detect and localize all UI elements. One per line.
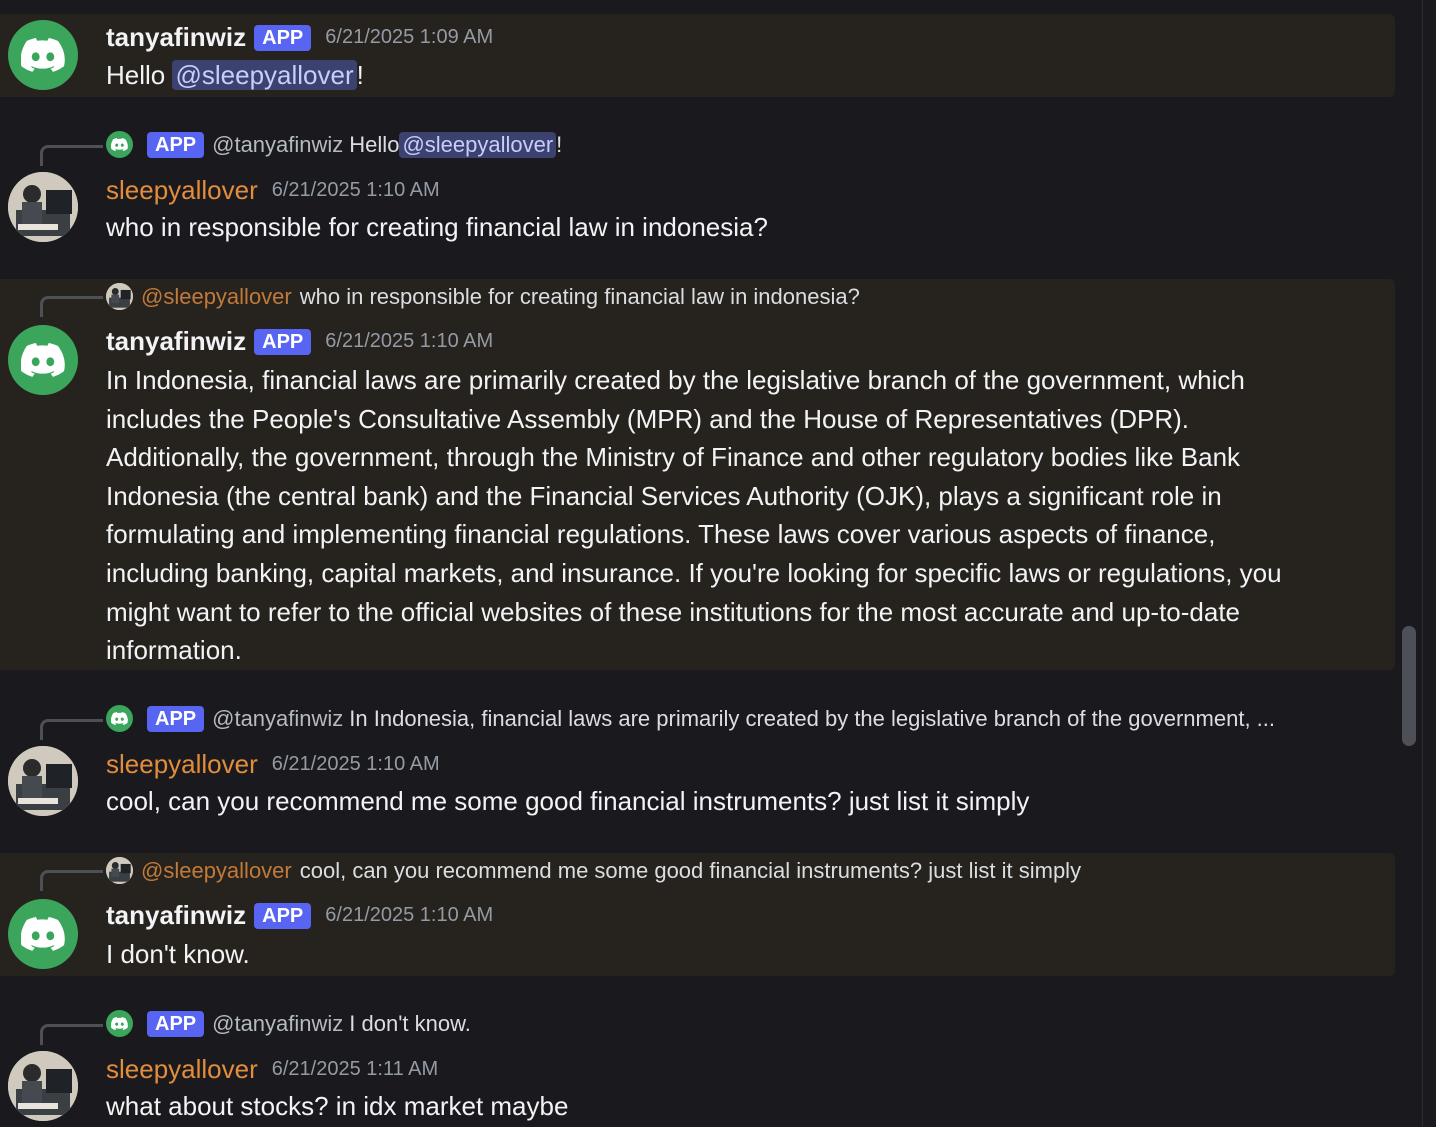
discord-logo-icon xyxy=(21,38,65,72)
reply-text: In Indonesia, financial laws are primari… xyxy=(349,705,1276,731)
app-badge: APP xyxy=(147,705,205,732)
reply-author[interactable]: @sleepyallover xyxy=(141,284,292,310)
bot-mini-avatar xyxy=(106,705,133,732)
message-content: who in responsible for creating financia… xyxy=(106,212,768,242)
message-line: Additionally, the government, through th… xyxy=(106,442,1241,473)
message-header: sleepyallover 6/21/2025 1:11 AM xyxy=(106,1054,438,1085)
message-line: might want to refer to the official webs… xyxy=(106,596,1241,627)
app-badge: APP xyxy=(254,24,312,51)
message-line: including banking, capital markets, and … xyxy=(106,557,1282,588)
reply-connector xyxy=(40,870,103,891)
discord-logo-icon xyxy=(111,138,128,151)
user-photo-avatar-icon xyxy=(8,172,78,242)
user-mini-avatar xyxy=(106,283,133,310)
bot-avatar[interactable] xyxy=(8,325,78,395)
message-content: Hello @sleepyallover! xyxy=(106,56,1345,95)
message-text: ! xyxy=(356,60,364,90)
reply-connector xyxy=(40,145,103,166)
message-item[interactable]: APP @tanyafinwiz I don't know. sleepyall… xyxy=(0,1004,1395,1127)
reply-connector xyxy=(40,719,103,740)
reply-text: cool, can you recommend me some good fin… xyxy=(299,857,1082,883)
reply-text: ! xyxy=(556,131,563,157)
timestamp[interactable]: 6/21/2025 1:10 AM xyxy=(272,179,440,202)
scrollbar-thumb[interactable] xyxy=(1402,626,1416,746)
message-header: tanyafinwiz APP 6/21/2025 1:09 AM xyxy=(106,22,493,53)
app-badge: APP xyxy=(147,131,205,158)
message-text: Hello xyxy=(106,60,173,90)
author-name[interactable]: sleepyallover xyxy=(106,1054,258,1085)
user-photo-avatar-icon xyxy=(8,746,78,816)
message-line: formulating and implementing financial r… xyxy=(106,519,1216,550)
author-name[interactable]: sleepyallover xyxy=(106,175,258,206)
reply-preview[interactable]: APP @tanyafinwiz In Indonesia, financial… xyxy=(106,705,1275,732)
reply-connector xyxy=(40,296,103,317)
discord-logo-icon xyxy=(21,917,65,951)
author-name[interactable]: tanyafinwiz xyxy=(106,22,246,53)
user-mention[interactable]: @sleepyallover xyxy=(172,60,357,90)
reply-preview[interactable]: @sleepyallover who in responsible for cr… xyxy=(106,283,860,310)
reply-author[interactable]: @sleepyallover xyxy=(141,858,292,884)
message-line: Indonesia (the central bank) and the Fin… xyxy=(106,480,1222,511)
user-mention[interactable]: @sleepyallover xyxy=(399,131,557,158)
message-line: information. xyxy=(106,635,242,666)
app-badge: APP xyxy=(147,1010,205,1037)
bot-mini-avatar xyxy=(106,1010,133,1037)
user-avatar[interactable] xyxy=(8,746,78,816)
reply-preview[interactable]: APP @tanyafinwiz I don't know. xyxy=(106,1010,471,1037)
message-header: sleepyallover 6/21/2025 1:10 AM xyxy=(106,175,440,206)
message-item[interactable]: @sleepyallover who in responsible for cr… xyxy=(0,279,1395,670)
author-name[interactable]: sleepyallover xyxy=(106,749,258,780)
discord-logo-icon xyxy=(21,343,65,377)
app-badge: APP xyxy=(254,902,312,929)
timestamp[interactable]: 6/21/2025 1:11 AM xyxy=(272,1058,438,1081)
message-header: tanyafinwiz APP 6/21/2025 1:10 AM xyxy=(106,900,493,931)
timestamp[interactable]: 6/21/2025 1:10 AM xyxy=(272,753,440,776)
app-badge: APP xyxy=(254,328,312,355)
user-avatar[interactable] xyxy=(8,172,78,242)
message-header: tanyafinwiz APP 6/21/2025 1:10 AM xyxy=(106,326,493,357)
message-item[interactable]: APP @tanyafinwiz Hello @sleepyallover ! … xyxy=(0,125,1395,265)
reply-author[interactable]: @tanyafinwiz xyxy=(212,706,343,732)
user-photo-avatar-icon xyxy=(106,857,133,884)
reply-author[interactable]: @tanyafinwiz xyxy=(212,132,343,158)
discord-logo-icon xyxy=(111,1017,128,1030)
chat-messages: tanyafinwiz APP 6/21/2025 1:09 AM Hello … xyxy=(0,0,1422,1127)
message-content: I don't know. xyxy=(106,939,250,969)
timestamp[interactable]: 6/21/2025 1:09 AM xyxy=(325,26,493,49)
user-photo-avatar-icon xyxy=(106,283,133,310)
reply-text: I don't know. xyxy=(349,1010,471,1036)
reply-text: who in responsible for creating financia… xyxy=(299,283,860,309)
message-item[interactable]: tanyafinwiz APP 6/21/2025 1:09 AM Hello … xyxy=(0,14,1395,97)
message-item[interactable]: @sleepyallover cool, can you recommend m… xyxy=(0,853,1395,976)
message-item[interactable]: APP @tanyafinwiz In Indonesia, financial… xyxy=(0,699,1395,839)
discord-logo-icon xyxy=(111,712,128,725)
author-name[interactable]: tanyafinwiz xyxy=(106,900,246,931)
user-photo-avatar-icon xyxy=(8,1051,78,1121)
message-content: what about stocks? in idx market maybe xyxy=(106,1091,569,1121)
user-avatar[interactable] xyxy=(8,1051,78,1121)
reply-preview[interactable]: APP @tanyafinwiz Hello @sleepyallover ! xyxy=(106,131,562,158)
message-header: sleepyallover 6/21/2025 1:10 AM xyxy=(106,749,440,780)
message-content: cool, can you recommend me some good fin… xyxy=(106,786,1030,816)
timestamp[interactable]: 6/21/2025 1:10 AM xyxy=(325,904,493,927)
reply-preview[interactable]: @sleepyallover cool, can you recommend m… xyxy=(106,857,1081,884)
user-mini-avatar xyxy=(106,857,133,884)
author-name[interactable]: tanyafinwiz xyxy=(106,326,246,357)
scrollbar-track[interactable] xyxy=(1422,0,1436,1127)
bot-mini-avatar xyxy=(106,131,133,158)
bot-avatar[interactable] xyxy=(8,20,78,90)
message-content: In Indonesia, financial laws are primari… xyxy=(106,361,1345,670)
message-line: includes the People's Consultative Assem… xyxy=(106,403,1190,434)
reply-text: Hello xyxy=(349,131,400,157)
bot-avatar[interactable] xyxy=(8,899,78,969)
reply-connector xyxy=(40,1024,103,1045)
message-line: In Indonesia, financial laws are primari… xyxy=(106,365,1245,395)
reply-author[interactable]: @tanyafinwiz xyxy=(212,1011,343,1037)
timestamp[interactable]: 6/21/2025 1:10 AM xyxy=(325,330,493,353)
